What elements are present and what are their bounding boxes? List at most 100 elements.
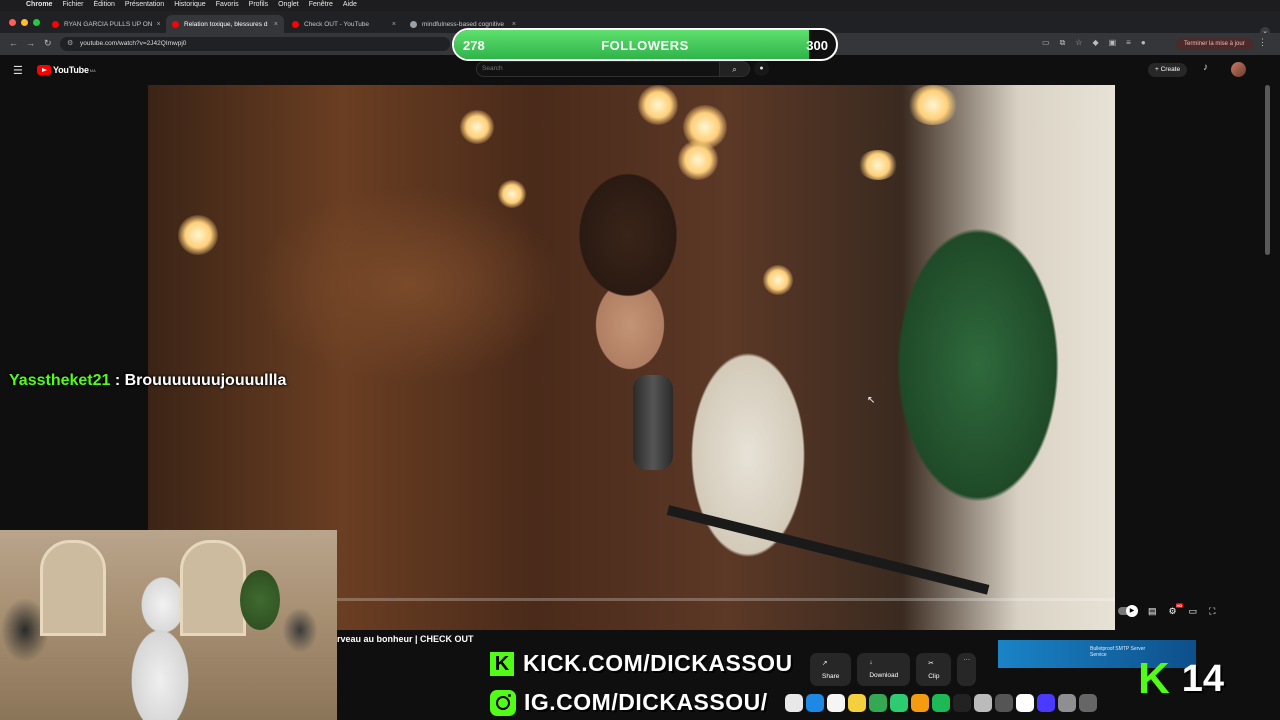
address-bar[interactable]: ⚙ youtube.com/watch?v=2J42QImwpj0 bbox=[60, 37, 450, 51]
minimize-window-button[interactable] bbox=[21, 19, 28, 26]
download-button[interactable]: ↓ Download bbox=[857, 653, 911, 686]
clip-button[interactable]: ✂ Clip bbox=[916, 653, 952, 686]
close-tab-icon[interactable]: × bbox=[388, 21, 396, 28]
extensions-puzzle-icon[interactable]: ▣ bbox=[1109, 38, 1117, 48]
ceiling-light bbox=[498, 180, 526, 208]
system-settings-icon[interactable] bbox=[1058, 694, 1076, 712]
close-window-button[interactable] bbox=[9, 19, 16, 26]
followers-goal: 300 bbox=[806, 38, 828, 53]
search-button[interactable]: ⌕ bbox=[720, 61, 750, 77]
finder-icon[interactable] bbox=[785, 694, 803, 712]
house-plant bbox=[240, 570, 280, 630]
site-info-icon[interactable]: ⚙ bbox=[67, 37, 73, 51]
notifications-bell-icon[interactable]: ♪ bbox=[1203, 62, 1208, 73]
account-avatar[interactable] bbox=[1231, 62, 1246, 77]
app-icon[interactable] bbox=[953, 694, 971, 712]
chat-username: Yasstheket21 bbox=[9, 372, 111, 389]
reload-icon[interactable]: ↻ bbox=[44, 38, 52, 49]
sidebar-icon[interactable]: ≡ bbox=[1126, 38, 1131, 48]
page-scrollbar[interactable] bbox=[1265, 85, 1270, 255]
arc-icon[interactable] bbox=[1037, 694, 1055, 712]
wall-arch bbox=[180, 540, 246, 636]
close-tab-icon[interactable]: × bbox=[153, 21, 161, 28]
globe-favicon-icon bbox=[410, 20, 417, 28]
app-store-icon[interactable] bbox=[806, 694, 824, 712]
stickies-icon[interactable] bbox=[848, 694, 866, 712]
wall-arch bbox=[40, 540, 106, 636]
menu-onglet[interactable]: Onglet bbox=[278, 1, 299, 8]
tab-title: RYAN GARCIA PULLS UP ON bbox=[64, 20, 153, 28]
spotify-icon[interactable] bbox=[932, 694, 950, 712]
install-app-icon[interactable]: ▭ bbox=[1042, 38, 1050, 48]
ceiling-light bbox=[678, 140, 718, 180]
menu-historique[interactable]: Historique bbox=[174, 1, 206, 8]
share-button[interactable]: ↗ Share bbox=[810, 653, 852, 686]
youtube-wordmark: YouTube bbox=[53, 65, 89, 75]
close-tab-icon[interactable]: × bbox=[508, 21, 516, 28]
kick-logo-icon: K bbox=[490, 651, 514, 676]
autoplay-toggle[interactable] bbox=[1118, 605, 1138, 617]
trash-icon[interactable] bbox=[1079, 694, 1097, 712]
back-arrow-icon[interactable]: ← bbox=[9, 38, 18, 48]
menu-edition[interactable]: Édition bbox=[93, 1, 114, 8]
instagram-logo-icon bbox=[490, 689, 516, 716]
translate-icon[interactable]: ⧉ bbox=[1060, 38, 1066, 48]
voice-search-button[interactable]: ● bbox=[754, 61, 769, 76]
viewer-count-number: 14 bbox=[1181, 658, 1225, 700]
update-chrome-button[interactable]: Terminer la mise à jour bbox=[1176, 38, 1253, 50]
create-button[interactable]: + Create bbox=[1148, 63, 1188, 77]
hamburger-menu-icon[interactable]: ☰ bbox=[13, 64, 23, 77]
menu-fenetre[interactable]: Fenêtre bbox=[309, 1, 333, 8]
bookmark-star-icon[interactable]: ☆ bbox=[1075, 38, 1082, 48]
ceiling-light bbox=[908, 85, 958, 125]
photos-icon[interactable] bbox=[869, 694, 887, 712]
forward-arrow-icon[interactable]: → bbox=[26, 38, 35, 48]
extension-icon[interactable]: ◆ bbox=[1092, 38, 1098, 48]
notes-icon[interactable] bbox=[827, 694, 845, 712]
theater-mode-icon[interactable]: ▭ bbox=[1189, 606, 1198, 617]
podcast-microphone bbox=[633, 375, 673, 470]
microphone-arm bbox=[666, 505, 990, 595]
settings-gear-icon[interactable]: ⚙ HD bbox=[1169, 603, 1184, 617]
youtube-logo[interactable]: YouTube MA bbox=[37, 65, 96, 75]
profile-icon[interactable]: ● bbox=[1141, 38, 1146, 48]
tab-ryan-garcia[interactable]: RYAN GARCIA PULLS UP ON × bbox=[46, 15, 164, 33]
video-title: rveau au bonheur | CHECK OUT bbox=[337, 634, 474, 644]
followers-current: 278 bbox=[463, 38, 485, 53]
address-url: youtube.com/watch?v=2J42QImwpj0 bbox=[80, 40, 187, 47]
obs-icon[interactable] bbox=[995, 694, 1013, 712]
kick-url: KICK.COM/DICKASSOU bbox=[523, 650, 793, 676]
macos-menubar: Chrome Fichier Édition Présentation Hist… bbox=[0, 0, 1280, 11]
fullscreen-icon[interactable]: ⛶ bbox=[1209, 606, 1215, 617]
tab-relation-toxique[interactable]: Relation toxique, blessures d × bbox=[166, 15, 284, 33]
menu-presentation[interactable]: Présentation bbox=[125, 1, 164, 8]
chat-text: Brouuuuuuujouuullla bbox=[124, 372, 287, 389]
zoom-window-button[interactable] bbox=[33, 19, 40, 26]
more-actions-button[interactable]: ··· bbox=[957, 653, 976, 686]
tab-title: Check OUT - YouTube bbox=[304, 20, 370, 28]
search-input[interactable]: Search bbox=[476, 61, 720, 77]
ceiling-light bbox=[638, 85, 678, 125]
chrome-menu-icon[interactable]: ⋮ bbox=[1258, 37, 1267, 48]
menu-aide[interactable]: Aide bbox=[343, 1, 357, 8]
chrome-dock-icon[interactable] bbox=[1016, 694, 1034, 712]
kick-promo: K KICK.COM/DICKASSOU bbox=[490, 650, 793, 677]
chat-separator: : bbox=[110, 372, 125, 389]
subtitles-icon[interactable]: ▤ bbox=[1148, 606, 1157, 617]
menu-chrome[interactable]: Chrome bbox=[26, 1, 52, 8]
close-tab-icon[interactable]: × bbox=[270, 21, 278, 28]
tab-check-out[interactable]: Check OUT - YouTube × bbox=[286, 15, 402, 33]
menu-profils[interactable]: Profils bbox=[249, 1, 268, 8]
instagram-url: IG.COM/DICKASSOU/ bbox=[524, 689, 768, 715]
kick-logo-icon: K bbox=[1138, 654, 1170, 703]
numbers-icon[interactable] bbox=[890, 694, 908, 712]
macos-dock bbox=[785, 694, 1097, 714]
followers-goal-bar: FOLLOWERS 278 300 bbox=[452, 28, 838, 61]
pages-icon[interactable] bbox=[911, 694, 929, 712]
menu-favoris[interactable]: Favoris bbox=[216, 1, 239, 8]
followers-label: FOLLOWERS bbox=[601, 38, 689, 53]
preview-icon[interactable] bbox=[974, 694, 992, 712]
menu-fichier[interactable]: Fichier bbox=[62, 1, 83, 8]
microphone-icon: ● bbox=[759, 65, 764, 72]
video-actions: ↗ Share ↓ Download ✂ Clip ··· bbox=[810, 653, 976, 686]
